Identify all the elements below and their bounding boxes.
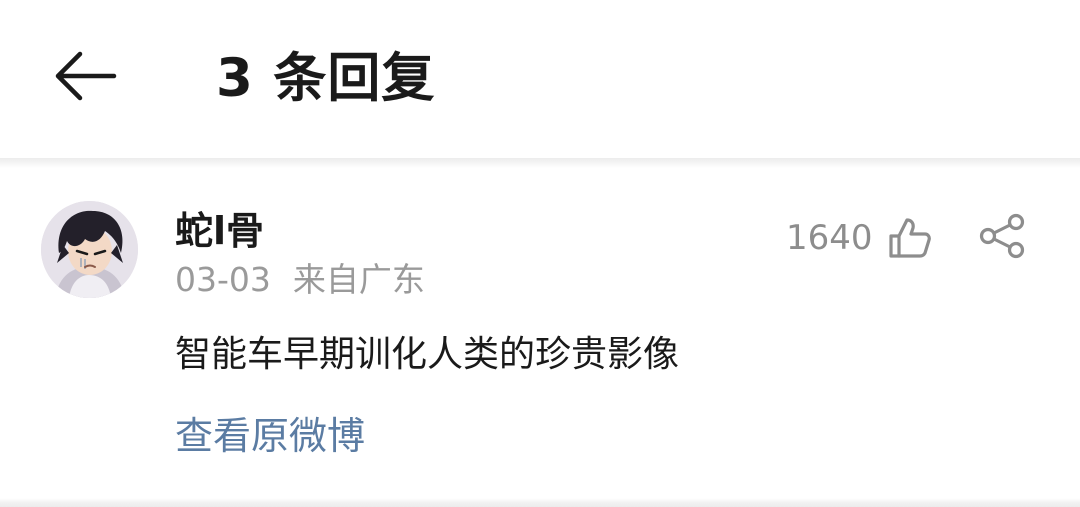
comment-text: 智能车早期训化人类的珍贵影像 — [175, 334, 680, 375]
avatar[interactable] — [41, 201, 138, 298]
reply-page: 3 条回复 蛇l骨 03-03 来自广东 1640 智能车早期训化人类的珍贵影像… — [0, 0, 1080, 507]
username[interactable]: 蛇l骨 — [175, 206, 264, 256]
comment-item: 蛇l骨 03-03 来自广东 1640 智能车早期训化人类的珍贵影像 查看原微博 — [0, 168, 1080, 498]
page-title: 3 条回复 — [216, 48, 436, 109]
share-button[interactable] — [976, 212, 1030, 260]
view-original-link[interactable]: 查看原微博 — [175, 408, 365, 464]
arrow-left-icon — [55, 51, 117, 101]
divider — [0, 498, 1080, 507]
header-bar: 3 条回复 — [0, 0, 1080, 158]
like-button[interactable]: 1640 — [786, 216, 933, 260]
avatar-image — [41, 201, 138, 298]
comment-meta: 03-03 来自广东 — [175, 260, 425, 300]
divider — [0, 158, 1080, 168]
share-icon — [979, 213, 1025, 259]
comment-location: 来自广东 — [292, 260, 425, 299]
like-count: 1640 — [786, 218, 873, 258]
comment-date: 03-03 — [175, 260, 271, 299]
thumbs-up-icon — [888, 218, 931, 258]
back-button[interactable] — [40, 38, 130, 118]
